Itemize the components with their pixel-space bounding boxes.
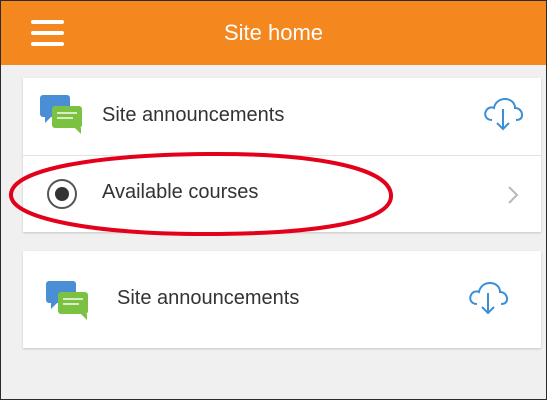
page-title: Site home <box>223 20 324 45</box>
radio-dot-icon <box>47 179 77 209</box>
chevron-right-icon <box>508 186 519 204</box>
cloud-download-icon[interactable] <box>482 95 524 133</box>
app-header: Site home <box>1 1 546 65</box>
list-item-label: Available courses <box>102 181 259 203</box>
list-item-label: Site announcements <box>102 104 285 126</box>
cloud-download-icon[interactable] <box>467 279 509 317</box>
forum-chat-icon <box>46 281 88 320</box>
forum-chat-icon <box>40 95 82 134</box>
site-home-card: Site announcements Available courses <box>23 78 541 232</box>
list-item-site-announcements[interactable]: Site announcements <box>23 251 541 348</box>
site-announcements-card: Site announcements <box>23 251 541 348</box>
app-screen: Site home Site announcements Available c… <box>0 0 547 400</box>
list-item-label: Site announcements <box>117 287 300 309</box>
list-item-site-announcements[interactable]: Site announcements <box>23 78 541 156</box>
list-item-available-courses[interactable]: Available courses <box>23 156 541 232</box>
